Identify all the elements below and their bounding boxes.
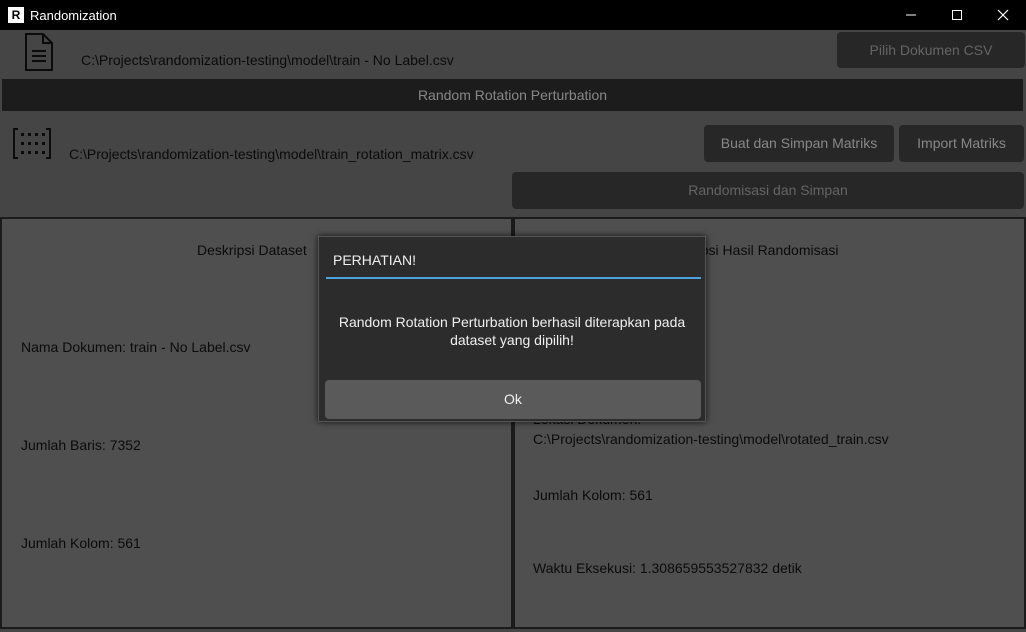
alert-dialog: PERHATIAN! Random Rotation Perturbation … <box>318 236 706 422</box>
minimize-button[interactable] <box>888 0 934 30</box>
dialog-message-line2: dataset yang dipilih! <box>450 332 574 348</box>
dialog-title-underline <box>326 277 701 279</box>
maximize-icon <box>952 10 962 20</box>
close-icon <box>997 9 1009 21</box>
ok-button[interactable]: Ok <box>325 380 701 419</box>
minimize-icon <box>906 14 916 16</box>
window-title: Randomization <box>30 8 117 23</box>
app-icon: R <box>8 7 24 23</box>
close-button[interactable] <box>980 0 1026 30</box>
maximize-button[interactable] <box>934 0 980 30</box>
title-bar: R Randomization <box>0 0 1026 30</box>
dialog-message-line1: Random Rotation Perturbation berhasil di… <box>338 314 686 330</box>
dialog-title: PERHATIAN! <box>333 252 416 268</box>
dialog-message: Random Rotation Perturbation berhasil di… <box>319 313 705 349</box>
